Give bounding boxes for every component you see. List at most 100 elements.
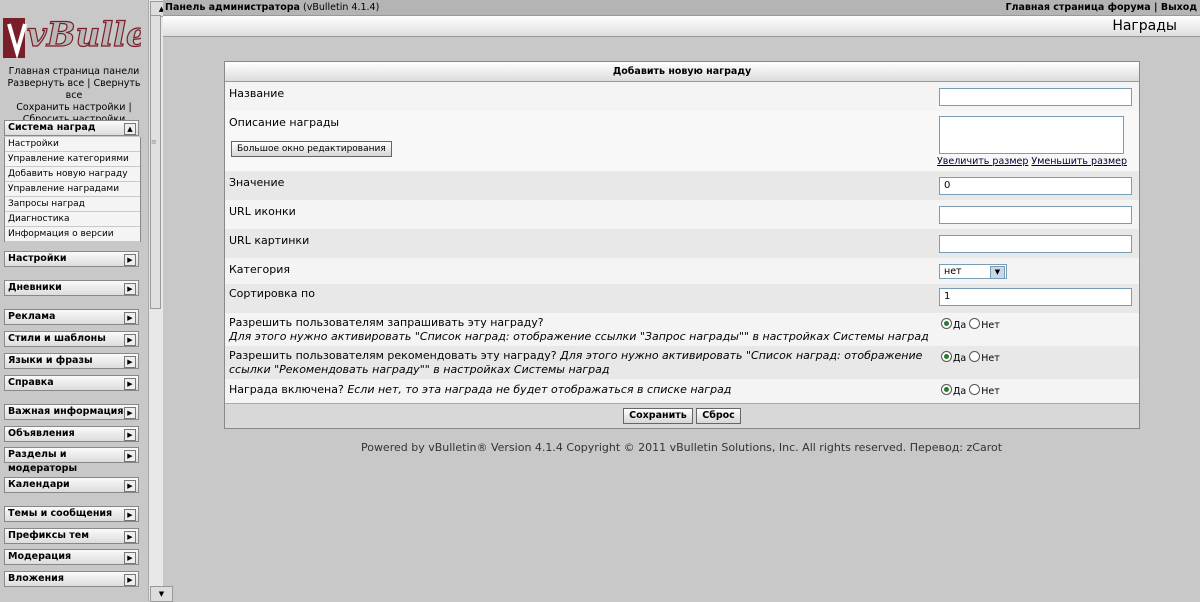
nav-group-blogs[interactable]: Дневники ▶ [4, 280, 139, 296]
cp-home-link[interactable]: Главная страница панели [9, 66, 140, 77]
expand-arrow-icon[interactable]: ▶ [124, 378, 136, 390]
recommend-description-b: ссылки "Рекомендовать награду"" в настро… [229, 363, 610, 376]
nav-group-label: Темы и сообщения [8, 508, 113, 519]
enlarge-link[interactable]: Увеличить размер [937, 156, 1028, 167]
recommend-no-radio[interactable] [969, 351, 981, 362]
shrink-link[interactable]: Уменьшить размер [1031, 156, 1127, 167]
expand-arrow-icon[interactable]: ▶ [124, 407, 136, 419]
expand-arrow-icon[interactable]: ▶ [124, 283, 136, 295]
no-label: Нет [981, 386, 1000, 397]
logout-link[interactable]: Выход [1161, 2, 1197, 13]
form-title: Добавить новую награду [225, 62, 1139, 82]
admin-topbar: Панель администратора (vBulletin 4.1.4) … [163, 0, 1200, 16]
grip-icon: ≡ [151, 138, 157, 146]
collapse-arrow-icon[interactable]: ▲ [124, 123, 136, 135]
yes-label: Да [953, 386, 967, 397]
expand-all-link[interactable]: Развернуть все [7, 78, 84, 89]
row-description: Описание награды Большое окно редактиров… [225, 111, 1139, 171]
nav-item-manage-awards[interactable]: Управление наградами [5, 182, 140, 197]
request-no-radio[interactable] [969, 318, 981, 329]
nav-group-moderation[interactable]: Модерация ▶ [4, 549, 139, 565]
nav-group-label: Модерация [8, 551, 72, 562]
row-allow-request: Разрешить пользователям запрашивать эту … [225, 313, 1139, 346]
name-label: Название [229, 87, 285, 100]
nav-group-label: Справка [8, 377, 54, 388]
nav-group-label: Система наград [8, 122, 96, 133]
scroll-down-icon[interactable]: ▼ [150, 586, 173, 602]
chevron-down-icon[interactable]: ▼ [990, 266, 1005, 279]
page-header: Награды [163, 16, 1200, 37]
add-award-form: Добавить новую награду Название Описание… [224, 61, 1140, 429]
recommend-label: Разрешить пользователям рекомендовать эт… [229, 349, 557, 362]
expand-arrow-icon[interactable]: ▶ [124, 552, 136, 564]
nav-group-attachments[interactable]: Вложения ▶ [4, 571, 139, 587]
nav-item-manage-categories[interactable]: Управление категориями [5, 152, 140, 167]
row-sort: Сортировка по 1 [225, 284, 1139, 313]
nav-item-award-requests[interactable]: Запросы наград [5, 197, 140, 212]
row-name: Название [225, 82, 1139, 111]
name-input[interactable] [939, 88, 1132, 106]
expand-arrow-icon[interactable]: ▶ [124, 312, 136, 324]
powered-by-footer: Powered by vBulletin® Version 4.1.4 Copy… [360, 441, 1003, 454]
nav-group-announcements[interactable]: Объявления ▶ [4, 426, 139, 442]
cp-title: Панель администратора (vBulletin 4.1.4) [165, 2, 380, 13]
value-input[interactable]: 0 [939, 177, 1132, 195]
reset-button[interactable]: Сброс [696, 408, 741, 424]
expand-arrow-icon[interactable]: ▶ [124, 509, 136, 521]
request-yes-radio[interactable] [941, 318, 952, 329]
nav-item-settings[interactable]: Настройки [5, 137, 140, 152]
nav-item-version-info[interactable]: Информация о версии [5, 227, 140, 242]
nav-group-awards[interactable]: Система наград ▲ [4, 120, 139, 136]
expand-arrow-icon[interactable]: ▶ [124, 450, 136, 462]
save-button[interactable]: Сохранить [623, 408, 693, 424]
category-selected: нет [944, 266, 962, 277]
nav-item-diagnostics[interactable]: Диагностика [5, 212, 140, 227]
nav-group-languages[interactable]: Языки и фразы ▶ [4, 353, 139, 369]
nav-group-calendars[interactable]: Календари ▶ [4, 477, 139, 493]
enabled-no-radio[interactable] [969, 384, 981, 395]
forum-home-link[interactable]: Главная страница форума [1005, 2, 1150, 13]
big-editor-button[interactable]: Большое окно редактирования [231, 141, 392, 157]
nav-group-prefixes[interactable]: Префиксы тем ▶ [4, 528, 139, 544]
nav-group-important[interactable]: Важная информация ▶ [4, 404, 139, 420]
expand-arrow-icon[interactable]: ▶ [124, 531, 136, 543]
recommend-description-a: Для этого нужно активировать "Список наг… [560, 349, 923, 362]
description-textarea[interactable] [939, 116, 1124, 154]
nav-group-awards-items: Настройки Управление категориями Добавит… [4, 137, 141, 242]
recommend-text: Разрешить пользователям рекомендовать эт… [229, 349, 922, 377]
nav-group-label: Настройки [8, 253, 67, 264]
separator: | [1154, 2, 1158, 13]
expand-arrow-icon[interactable]: ▶ [124, 574, 136, 586]
row-icon-url: URL иконки [225, 200, 1139, 229]
recommend-yes-radio[interactable] [941, 351, 952, 362]
expand-arrow-icon[interactable]: ▶ [124, 480, 136, 492]
nav-group-help[interactable]: Справка ▶ [4, 375, 139, 391]
request-label: Разрешить пользователям запрашивать эту … [229, 316, 544, 329]
nav-group-forums[interactable]: Разделы и модераторы ▶ [4, 447, 139, 474]
enabled-text: Награда включена? Если нет, то эта награ… [229, 383, 731, 396]
enabled-radios: Да Нет [941, 384, 1000, 397]
no-label: Нет [981, 320, 1000, 331]
enabled-yes-radio[interactable] [941, 384, 952, 395]
sort-label: Сортировка по [229, 287, 315, 300]
icon-url-input[interactable] [939, 206, 1132, 224]
nav-group-label: Префиксы тем [8, 530, 89, 541]
sidebar-scrollbar[interactable]: ▲ ≡ ▼ [148, 0, 173, 602]
logo-text: vBulletin [27, 15, 141, 55]
expand-arrow-icon[interactable]: ▶ [124, 429, 136, 441]
row-category: Категория нет ▼ [225, 258, 1139, 284]
sort-input[interactable]: 1 [939, 288, 1132, 306]
nav-group-ads[interactable]: Реклама ▶ [4, 309, 139, 325]
nav-group-settings[interactable]: Настройки ▶ [4, 251, 139, 267]
expand-arrow-icon[interactable]: ▶ [124, 334, 136, 346]
category-select[interactable]: нет ▼ [939, 264, 1007, 279]
scrollbar-thumb[interactable] [150, 15, 161, 309]
nav-group-styles[interactable]: Стили и шаблоны ▶ [4, 331, 139, 347]
nav-item-add-award[interactable]: Добавить новую награду [5, 167, 140, 182]
nav-group-threads[interactable]: Темы и сообщения ▶ [4, 506, 139, 522]
expand-arrow-icon[interactable]: ▶ [124, 254, 136, 266]
save-prefs-link[interactable]: Сохранить настройки [16, 102, 125, 113]
expand-arrow-icon[interactable]: ▶ [124, 356, 136, 368]
image-url-input[interactable] [939, 235, 1132, 253]
row-image-url: URL картинки [225, 229, 1139, 258]
